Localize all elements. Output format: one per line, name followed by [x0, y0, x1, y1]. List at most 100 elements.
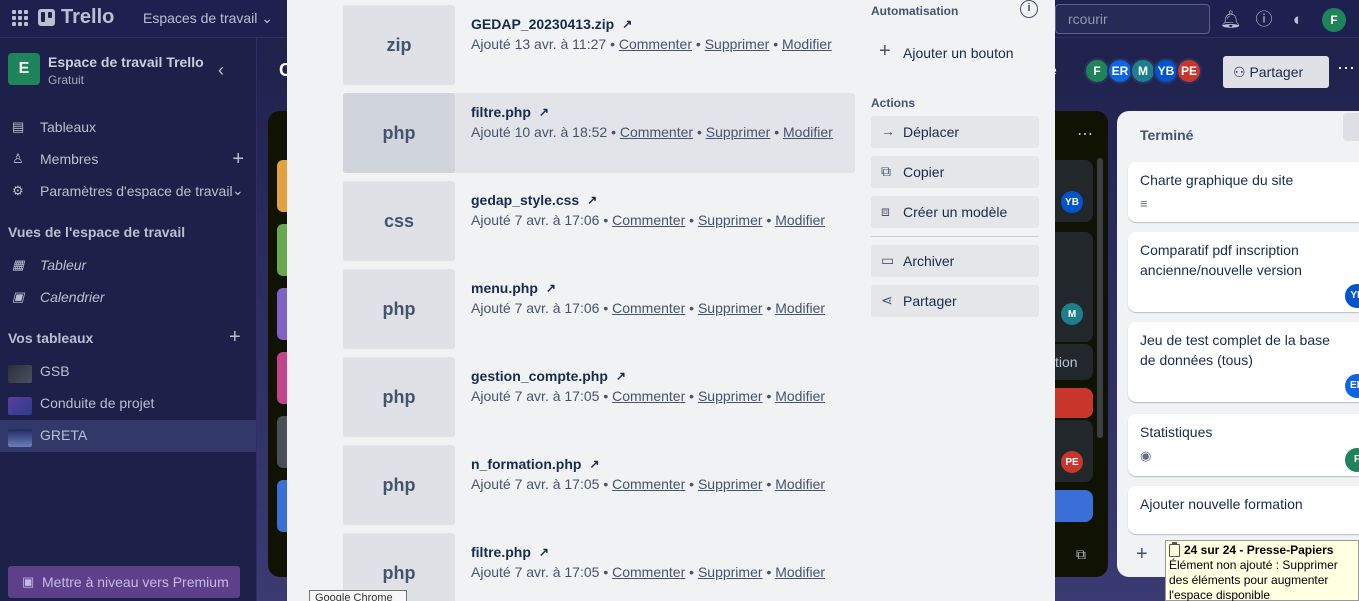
- external-link-icon[interactable]: ↗: [546, 281, 556, 295]
- card[interactable]: Statistiques ◉ F: [1128, 414, 1359, 476]
- list-card[interactable]: [1055, 490, 1093, 522]
- edit-link[interactable]: Modifier: [783, 124, 833, 140]
- add-button-button[interactable]: + Ajouter un bouton: [871, 37, 1039, 69]
- list-menu-icon[interactable]: [1343, 113, 1359, 141]
- attachment-item[interactable]: php filtre.php ↗ Ajouté 10 avr. à 18:52 •…: [343, 93, 855, 173]
- attachment-name[interactable]: filtre.php: [471, 104, 531, 120]
- share-button[interactable]: ⋖ Partager: [871, 285, 1039, 317]
- comment-link[interactable]: Commenter: [619, 36, 692, 52]
- attachment-name[interactable]: menu.php: [471, 280, 538, 296]
- sidebar-board-conduite-de-projet[interactable]: Conduite de projet: [0, 388, 256, 420]
- attachment-thumbnail[interactable]: php: [343, 93, 455, 173]
- attachment-name[interactable]: gestion_compte.php: [471, 368, 608, 384]
- attachment-name[interactable]: GEDAP_20230413.zip: [471, 16, 614, 32]
- attachment-item[interactable]: php n_formation.php ↗ Ajouté 7 avr. à 17:…: [343, 445, 855, 525]
- add-board-icon[interactable]: +: [229, 326, 241, 349]
- comment-link[interactable]: Commenter: [612, 212, 685, 228]
- sidebar-item-table-view[interactable]: ▦ Tableur: [0, 250, 256, 282]
- template-icon[interactable]: ⧉: [1076, 546, 1086, 563]
- attachment-name[interactable]: filtre.php: [471, 544, 531, 560]
- attachment-name[interactable]: gedap_style.css: [471, 192, 579, 208]
- comment-link[interactable]: Commenter: [620, 124, 693, 140]
- card[interactable]: Jeu de test complet de la base de donnée…: [1128, 322, 1359, 402]
- attachment-thumbnail[interactable]: zip: [343, 5, 455, 85]
- edit-link[interactable]: Modifier: [775, 476, 825, 492]
- attachment-thumbnail[interactable]: php: [343, 269, 455, 349]
- delete-link[interactable]: Supprimer: [698, 212, 763, 228]
- clipboard-notification[interactable]: 24 sur 24 - Presse-Papiers Élément non a…: [1165, 540, 1359, 601]
- list-card[interactable]: [1055, 232, 1093, 342]
- edit-link[interactable]: Modifier: [775, 300, 825, 316]
- sidebar-board-greta[interactable]: GRETA: [0, 420, 256, 452]
- attachment-item[interactable]: php menu.php ↗ Ajouté 7 avr. à 17:06 • Co…: [343, 269, 855, 349]
- share-board-button[interactable]: ⚇ Partager: [1223, 56, 1329, 88]
- comment-link[interactable]: Commenter: [612, 564, 685, 580]
- card[interactable]: Ajouter nouvelle formation: [1128, 486, 1359, 534]
- attachment-thumbnail[interactable]: css: [343, 181, 455, 261]
- sidebar-item-settings[interactable]: ⚙ Paramètres d'espace de travail ⌄: [0, 176, 256, 208]
- list-menu-icon[interactable]: ⋯: [1077, 124, 1093, 144]
- list-card-peek: [277, 224, 287, 276]
- edit-link[interactable]: Modifier: [775, 564, 825, 580]
- workspace-header[interactable]: E Espace de travail Trello Gratuit: [8, 53, 204, 87]
- attachment-thumbnail[interactable]: php: [343, 445, 455, 525]
- card[interactable]: Comparatif pdf inscription ancienne/nouv…: [1128, 232, 1359, 312]
- app-switcher-icon[interactable]: [12, 10, 28, 26]
- add-member-icon[interactable]: +: [232, 148, 244, 171]
- add-card-icon[interactable]: +: [1136, 543, 1148, 566]
- help-icon[interactable]: ⓘ: [1254, 10, 1274, 30]
- create-template-button[interactable]: ⧈ Créer un modèle: [871, 196, 1039, 228]
- sidebar-board-label: Conduite de projet: [40, 395, 155, 411]
- notifications-icon[interactable]: 🔔︎: [1220, 10, 1242, 30]
- card[interactable]: Charte graphique du site ≡: [1128, 162, 1359, 222]
- info-icon[interactable]: i: [1020, 0, 1038, 18]
- workspace-avatar: E: [8, 53, 40, 85]
- attachment-item[interactable]: zip GEDAP_20230413.zip ↗ Ajouté 13 avr. à…: [343, 5, 855, 85]
- workspaces-menu[interactable]: Espaces de travail ⌄: [143, 10, 273, 27]
- external-link-icon[interactable]: ↗: [539, 105, 549, 119]
- move-button[interactable]: → Déplacer: [871, 116, 1039, 148]
- delete-link[interactable]: Supprimer: [698, 388, 763, 404]
- your-boards-heading: Vos tableaux +: [8, 326, 241, 348]
- list-scrollbar[interactable]: [1097, 158, 1103, 438]
- workspace-views-heading: Vues de l'espace de travail: [8, 224, 186, 240]
- trello-logo[interactable]: Trello: [38, 6, 114, 29]
- sidebar-board-gsb[interactable]: GSB: [0, 356, 256, 388]
- attachment-thumbnail[interactable]: php: [343, 357, 455, 437]
- board-menu-icon[interactable]: ⋯: [1337, 58, 1355, 79]
- list-card[interactable]: [1055, 388, 1093, 418]
- member-avatar[interactable]: PE: [1176, 58, 1202, 84]
- sidebar-item-boards[interactable]: ▤ Tableaux: [0, 112, 256, 144]
- edit-link[interactable]: Modifier: [775, 212, 825, 228]
- external-link-icon[interactable]: ↗: [622, 17, 632, 31]
- delete-link[interactable]: Supprimer: [706, 124, 771, 140]
- delete-link[interactable]: Supprimer: [698, 564, 763, 580]
- comment-link[interactable]: Commenter: [612, 476, 685, 492]
- attachment-name[interactable]: n_formation.php: [471, 456, 581, 472]
- external-link-icon[interactable]: ↗: [589, 457, 599, 471]
- delete-link[interactable]: Supprimer: [705, 36, 770, 52]
- edit-link[interactable]: Modifier: [782, 36, 832, 52]
- attachment-item[interactable]: php filtre.php ↗ Ajouté 7 avr. à 17:05 • …: [343, 533, 855, 601]
- copy-button[interactable]: ⧉ Copier: [871, 156, 1039, 188]
- delete-link[interactable]: Supprimer: [698, 300, 763, 316]
- external-link-icon[interactable]: ↗: [539, 545, 549, 559]
- search-input[interactable]: rcourir: [1055, 4, 1210, 34]
- sidebar-item-calendar-view[interactable]: ▣ Calendrier: [0, 282, 256, 314]
- user-avatar[interactable]: F: [1322, 8, 1346, 32]
- attachment-item[interactable]: php gestion_compte.php ↗ Ajouté 7 avr. à …: [343, 357, 855, 437]
- external-link-icon[interactable]: ↗: [616, 369, 626, 383]
- list-title[interactable]: Terminé: [1140, 127, 1193, 143]
- attachment-added: Ajouté 7 avr. à 17:06: [471, 300, 600, 316]
- collapse-sidebar-icon[interactable]: ‹: [218, 60, 224, 81]
- external-link-icon[interactable]: ↗: [587, 193, 597, 207]
- delete-link[interactable]: Supprimer: [698, 476, 763, 492]
- comment-link[interactable]: Commenter: [612, 388, 685, 404]
- attachment-item[interactable]: css gedap_style.css ↗ Ajouté 7 avr. à 17:…: [343, 181, 855, 261]
- archive-button[interactable]: ▭ Archiver: [871, 245, 1039, 277]
- sidebar-item-members[interactable]: ♙ Membres +: [0, 144, 256, 176]
- theme-icon[interactable]: ◐: [1288, 10, 1308, 30]
- comment-link[interactable]: Commenter: [612, 300, 685, 316]
- edit-link[interactable]: Modifier: [775, 388, 825, 404]
- upgrade-button[interactable]: ▣ Mettre à niveau vers Premium: [8, 566, 240, 598]
